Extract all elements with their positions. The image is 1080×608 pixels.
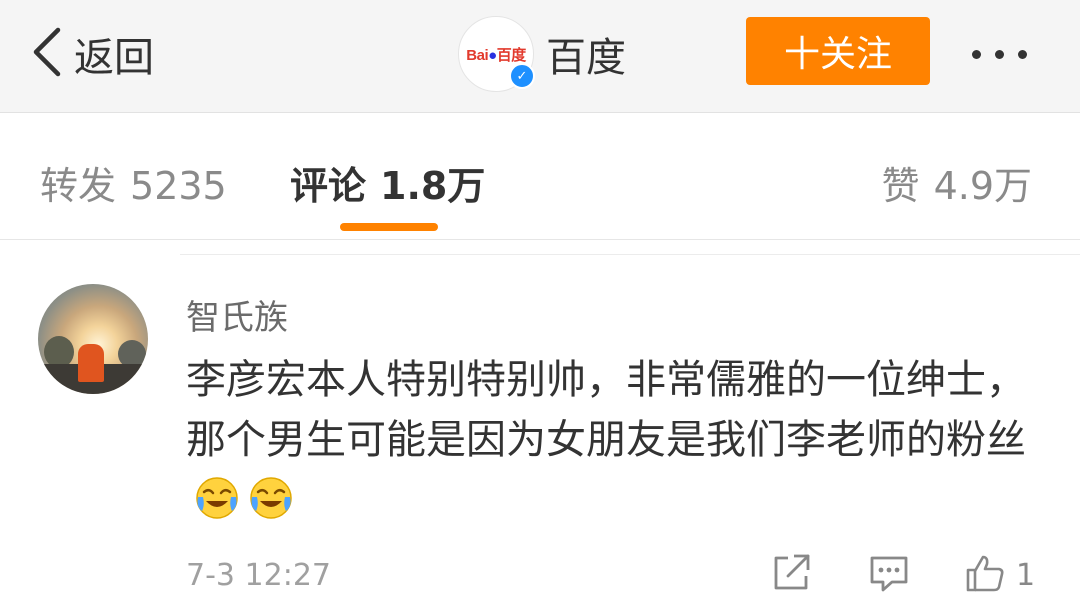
like-button[interactable]: 1 [964, 550, 1035, 600]
divider [180, 254, 1080, 255]
back-button[interactable]: 返回 [30, 24, 154, 84]
tab-likes[interactable]: 赞 4.9万 [882, 155, 1032, 210]
account-header[interactable]: Bai●百度 ✓ 百度 [458, 16, 626, 92]
comment-timestamp: 7-3 12:27 [186, 558, 331, 593]
top-bar: 返回 Bai●百度 ✓ 百度 十关注 [0, 0, 1080, 113]
account-name: 百度 [546, 35, 626, 81]
active-tab-indicator [340, 223, 438, 231]
tab-count: 4.9万 [933, 164, 1032, 208]
chevron-left-icon [30, 26, 64, 82]
tab-label: 赞 [881, 164, 920, 208]
more-dot-icon [1018, 50, 1027, 59]
laugh-cry-emoji-icon [194, 475, 240, 521]
baidu-logo: Bai●百度 [466, 46, 526, 64]
thumbs-up-icon [964, 552, 1006, 598]
tab-bar: 转发 5235 评论 1.8万 赞 4.9万 [0, 113, 1080, 240]
reply-button[interactable] [868, 550, 910, 600]
avatar[interactable] [38, 284, 148, 394]
tab-comments[interactable]: 评论 1.8万 [290, 155, 485, 210]
more-options-button[interactable] [968, 46, 1031, 63]
comment-text: 李彦宏本人特别特别帅，非常儒雅的一位绅士，那个男生可能是因为女朋友是我们李老师的… [186, 357, 1026, 463]
like-count: 1 [1016, 557, 1036, 593]
comment-text-block: 李彦宏本人特别特别帅，非常儒雅的一位绅士，那个男生可能是因为女朋友是我们李老师的… [186, 350, 1042, 530]
account-avatar[interactable]: Bai●百度 ✓ [458, 16, 535, 92]
tab-reposts[interactable]: 转发 5235 [40, 155, 227, 210]
laugh-cry-emoji-icon [248, 475, 294, 521]
more-dot-icon [972, 50, 981, 59]
tab-label: 评论 [290, 164, 367, 208]
follow-button[interactable]: 十关注 [746, 17, 930, 85]
avatar-person [78, 344, 104, 382]
verified-badge-icon: ✓ [509, 63, 535, 89]
tab-count: 5235 [130, 164, 227, 208]
comment-icon [868, 552, 910, 598]
share-button[interactable] [770, 550, 812, 600]
tab-label: 转发 [40, 164, 117, 208]
share-icon [770, 552, 812, 598]
more-dot-icon [995, 50, 1004, 59]
back-label: 返回 [74, 35, 154, 81]
tab-count: 1.8万 [380, 164, 486, 208]
comment-username[interactable]: 智氏族 [186, 290, 288, 339]
